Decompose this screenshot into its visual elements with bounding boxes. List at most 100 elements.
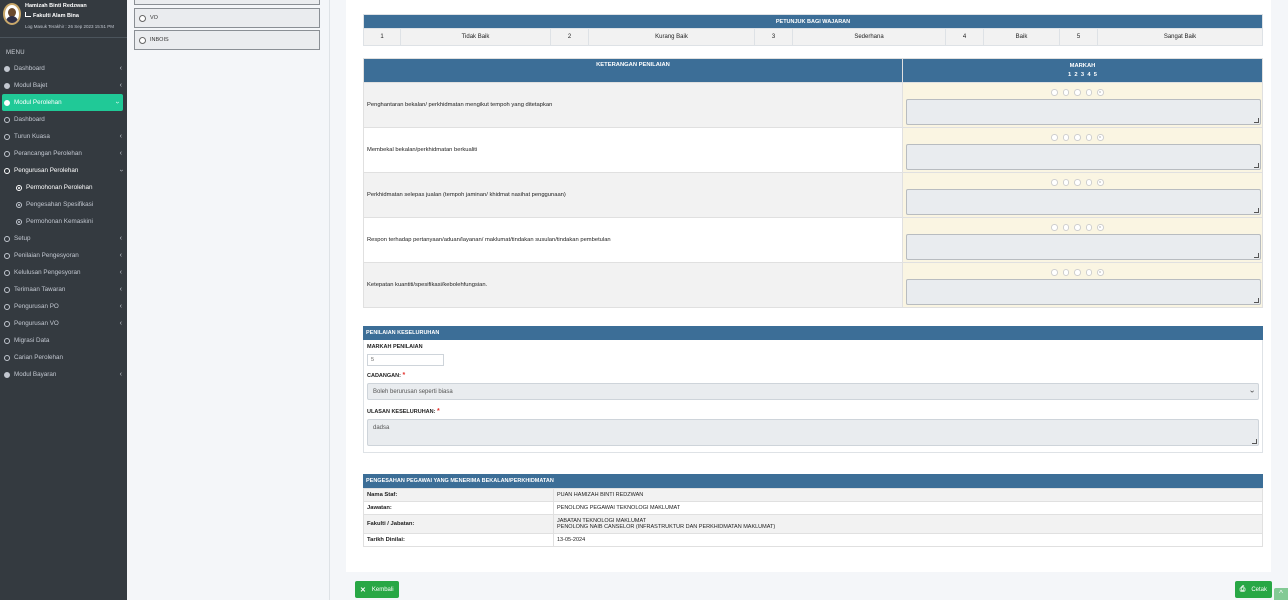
verification-row: Jawatan: PENOLONG PEGAWAI TEKNOLOGI MAKLU… [363,501,1263,515]
radio-icon[interactable] [139,14,146,22]
rating-radio-2[interactable] [1062,179,1069,186]
sidebar-item-pengurusan-vo[interactable]: Pengurusan VO ‹ [0,315,127,332]
comment-textarea[interactable] [906,279,1261,305]
rating-radio-1[interactable] [1051,179,1058,186]
guide-label: Sederhana [792,28,946,46]
dot-circle-icon [16,218,22,225]
criteria-text: Perkhidmatan selepas jualan (tempoh jami… [363,172,903,218]
criteria-text: Penghantaran bekalan/ perkhidmatan mengi… [363,82,903,128]
overall-section: PENILAIAN KESELURUHAN MARKAH PENILAIAN 5… [363,326,1263,453]
sidebar-item-setup[interactable]: Setup ‹ [0,230,127,247]
sidebar-item-permohonan-perolehan[interactable]: Permohonan Perolehan [0,179,127,196]
chevron-left-icon: ‹ [119,150,122,157]
radio-icon[interactable] [139,36,146,44]
back-button[interactable]: ✕ Kembali [355,581,399,598]
sidebar-item-pengurusan-po[interactable]: Pengurusan PO ‹ [0,298,127,315]
sidebar-item-carian-perolehan[interactable]: Carian Perolehan [0,349,127,366]
sidebar-item-penilaian-pengesyoran[interactable]: Penilaian Pengesyoran ‹ [0,247,127,264]
review-label: ULASAN KESELURUHAN: * [367,408,440,415]
assessment-table: KETERANGAN PENILAIAN MARKAH 1 2 3 4 5 Pen… [363,58,1263,308]
sidebar-item-modul-bayaran[interactable]: Modul Bayaran ‹ [0,366,127,383]
assessment-row: Membekal bekalan/perkhidmatan berkualiti [363,127,1263,173]
mark-cell [902,217,1263,263]
comment-textarea[interactable] [906,189,1261,215]
rating-radio-2[interactable] [1062,224,1069,231]
chevron-left-icon: ‹ [119,371,122,378]
verification-table: Nama Staf: PUAN HAMIZAH BINTI REDZWAN Jaw… [363,488,1263,547]
assessment-row: Respon terhadap pertanyaan/aduan/layanan… [363,217,1263,263]
rating-radio-1[interactable] [1051,89,1058,96]
sidebar-item-permohonan-kemaskini[interactable]: Permohonan Kemaskini [0,213,127,230]
rating-radio-1[interactable] [1051,224,1058,231]
rating-radio-3[interactable] [1074,179,1081,186]
rating-radio-5[interactable] [1097,89,1104,96]
rating-radio-3[interactable] [1074,89,1081,96]
sidebar-item-turun-kuasa[interactable]: Turun Kuasa ‹ [0,128,127,145]
rating-radio-4[interactable] [1085,89,1092,96]
resize-handle-icon[interactable] [1254,208,1259,213]
comment-textarea[interactable] [906,144,1261,170]
rating-radio-4[interactable] [1085,179,1092,186]
sidebar-item-pengesahan-spesifikasi[interactable]: Pengesahan Spesifikasi [0,196,127,213]
chevron-left-icon: ‹ [119,269,122,276]
rating-radio-2[interactable] [1062,89,1069,96]
options-panel: VO INBOIS [127,0,330,600]
rating-radio-5[interactable] [1097,134,1104,141]
recommendation-select[interactable]: Boleh berurusan seperti biasa › [367,383,1259,400]
rating-radio-4[interactable] [1085,269,1092,276]
guide-scale-row: 1 Tidak Baik 2 Kurang Baik 3 Sederhana 4… [363,28,1263,46]
rating-radio-1[interactable] [1051,134,1058,141]
rating-radio-5[interactable] [1097,179,1104,186]
chevron-left-icon: ‹ [119,133,122,140]
scroll-to-top-button[interactable]: ^ [1274,588,1288,600]
resize-handle-icon[interactable] [1252,439,1257,444]
sidebar: Hamizah Binti Redzwan Fakulti Alam Bina … [0,0,127,600]
sidebar-item-kelulusan-pengesyoran[interactable]: Kelulusan Pengesyoran ‹ [0,264,127,281]
comment-textarea[interactable] [906,234,1261,260]
rating-radio-3[interactable] [1074,224,1081,231]
review-textarea[interactable]: dadsa [367,419,1259,446]
circle-icon [4,150,10,157]
sidebar-item-dashboard[interactable]: Dashboard ‹ [0,60,127,77]
guide-num: 5 [1059,28,1098,46]
sidebar-item-migrasi-data[interactable]: Migrasi Data [0,332,127,349]
resize-handle-icon[interactable] [1254,298,1259,303]
option-inbois[interactable]: INBOIS [134,30,320,50]
col-desc-header: KETERANGAN PENILAIAN [363,58,903,83]
resize-handle-icon[interactable] [1254,163,1259,168]
menu-header: MENU [6,50,25,56]
circle-icon [4,303,10,310]
option-box-top[interactable] [134,0,320,5]
rating-radio-5[interactable] [1097,224,1104,231]
rating-radio-5[interactable] [1097,269,1104,276]
circle-icon [4,337,10,344]
rating-radio-3[interactable] [1074,134,1081,141]
resize-handle-icon[interactable] [1254,253,1259,258]
rating-radio-4[interactable] [1085,224,1092,231]
mark-input[interactable]: 5 [367,354,444,366]
sidebar-item-pengurusan-perolehan[interactable]: Pengurusan Perolehan › [0,162,127,179]
rating-radio-4[interactable] [1085,134,1092,141]
rating-radio-1[interactable] [1051,269,1058,276]
circle-icon [4,133,10,140]
rating-radio-2[interactable] [1062,134,1069,141]
guide-label: Kurang Baik [588,28,755,46]
rating-radios [1051,89,1104,96]
comment-textarea[interactable] [906,99,1261,125]
disk-icon [4,99,10,106]
sidebar-item-modul-perolehan[interactable]: Modul Perolehan › [2,94,123,111]
user-name: Hamizah Binti Redzwan [25,3,87,9]
resize-handle-icon[interactable] [1254,118,1259,123]
sidebar-item-perolehan-dashboard[interactable]: Dashboard [0,111,127,128]
circle-icon [4,269,10,276]
rating-radio-3[interactable] [1074,269,1081,276]
sidebar-item-perancangan-perolehan[interactable]: Perancangan Perolehan ‹ [0,145,127,162]
option-vo[interactable]: VO [134,8,320,28]
criteria-text: Respon terhadap pertanyaan/aduan/layanan… [363,217,903,263]
rating-radios [1051,224,1104,231]
rating-radio-2[interactable] [1062,269,1069,276]
sidebar-item-terimaan-tawaran[interactable]: Terimaan Tawaran ‹ [0,281,127,298]
sidebar-item-modul-bajet[interactable]: Modul Bajet ‹ [0,77,127,94]
print-button[interactable]: ⎙ Cetak [1234,581,1272,598]
user-avatar[interactable] [3,3,21,25]
